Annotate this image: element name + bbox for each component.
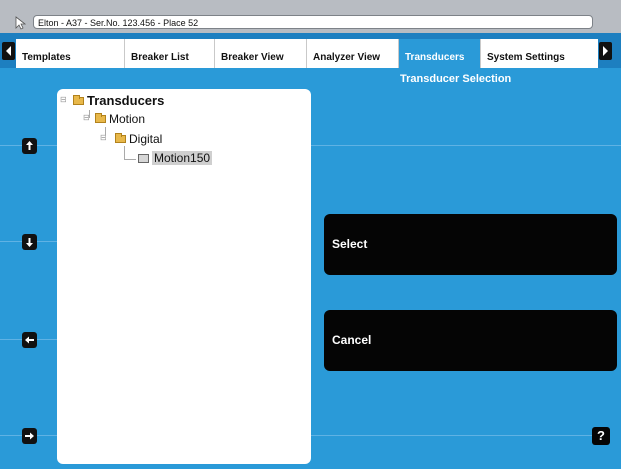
tree-node-label: Transducers <box>87 93 165 108</box>
tab-analyzer-view[interactable]: Analyzer View <box>307 39 399 68</box>
tree-connector <box>124 159 136 160</box>
divider <box>311 435 592 436</box>
collapse-icon[interactable]: ⊟ <box>100 133 107 142</box>
sensor-icon <box>138 153 149 163</box>
arrow-up-icon[interactable] <box>22 138 37 154</box>
tree-node-motion150[interactable]: Motion150 <box>138 151 213 165</box>
cancel-button[interactable]: Cancel <box>324 310 617 371</box>
tab-strip: Templates Breaker List Breaker View Anal… <box>16 39 598 68</box>
arrow-left-icon[interactable] <box>22 332 37 348</box>
select-button[interactable]: Select <box>324 214 617 275</box>
folder-icon <box>115 133 126 143</box>
collapse-icon[interactable]: ⊟ <box>83 113 90 122</box>
cursor-icon <box>14 16 27 30</box>
tab-breaker-list[interactable]: Breaker List <box>125 39 215 68</box>
tree-node-digital[interactable]: Digital <box>115 132 162 146</box>
collapse-icon[interactable]: ⊟ <box>60 95 67 104</box>
title-bar: Elton - A37 - Ser.No. 123.456 - Place 52 <box>0 0 621 33</box>
arrow-down-icon[interactable] <box>22 234 37 250</box>
tab-breaker-view[interactable]: Breaker View <box>215 39 307 68</box>
tree-node-transducers[interactable]: Transducers <box>73 93 164 108</box>
tab-templates[interactable]: Templates <box>16 39 125 68</box>
tree-connector <box>124 146 125 159</box>
tab-scroll-right-icon[interactable] <box>599 42 612 60</box>
section-title: Transducer Selection <box>400 73 512 85</box>
help-icon[interactable]: ? <box>592 427 610 445</box>
tree-node-label: Motion <box>109 112 146 126</box>
tree-node-label: Digital <box>129 132 163 146</box>
tab-scroll-left-icon[interactable] <box>2 42 15 60</box>
divider <box>311 145 621 146</box>
transducer-tree[interactable]: ⊟ Transducers ⊟ Motion ⊟ Digital Motion1… <box>57 89 311 464</box>
tree-node-label: Motion150 <box>152 151 213 165</box>
tree-node-motion[interactable]: Motion <box>95 112 145 126</box>
tab-transducers[interactable]: Transducers <box>399 39 481 68</box>
arrow-right-icon[interactable] <box>22 428 37 444</box>
tab-system-settings[interactable]: System Settings <box>481 39 598 68</box>
folder-icon <box>73 94 84 105</box>
window-title: Elton - A37 - Ser.No. 123.456 - Place 52 <box>33 15 593 29</box>
folder-icon <box>95 113 106 123</box>
